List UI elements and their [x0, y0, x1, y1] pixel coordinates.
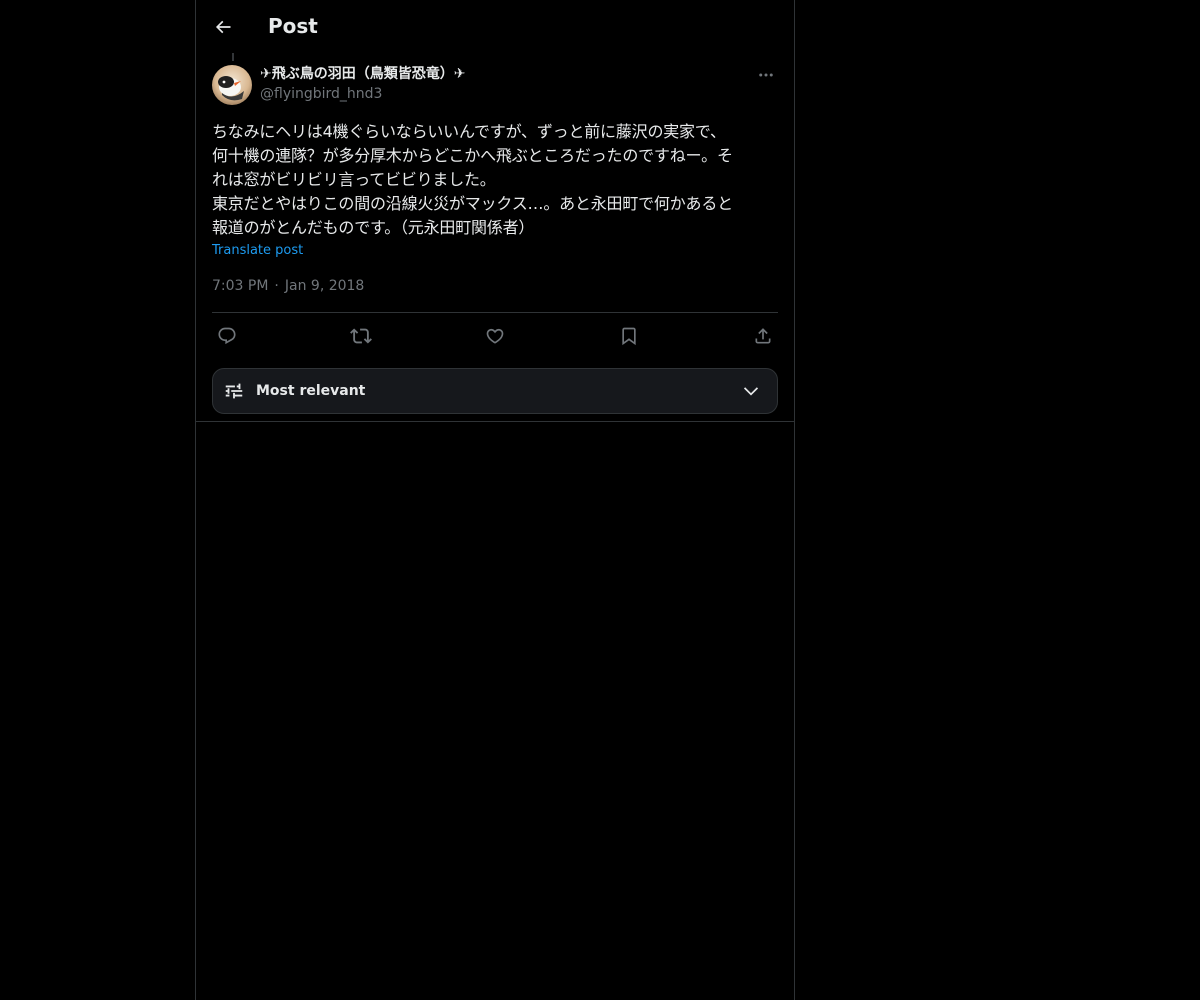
action-bar: [212, 322, 778, 350]
page-header: Post: [196, 0, 794, 53]
section-divider: [196, 421, 794, 422]
sort-label: Most relevant: [256, 383, 366, 399]
reply-button[interactable]: [212, 322, 242, 350]
post-date[interactable]: Jan 9, 2018: [285, 278, 364, 294]
bookmark-button[interactable]: [614, 322, 644, 350]
replies-sort-dropdown[interactable]: Most relevant: [212, 368, 778, 414]
reply-icon: [218, 327, 236, 345]
post-text: ちなみにヘリは4機ぐらいならいいんですが、ずっと前に藤沢の実家で、 何十機の連隊…: [212, 122, 733, 237]
timestamp-separator: ·: [274, 278, 279, 294]
main-column: Post ✈飛ぶ鳥の羽田（鳥類皆恐竜）✈ @flyingbird_hnd3 ちな…: [195, 0, 795, 1000]
repost-button[interactable]: [346, 322, 376, 350]
divider: [212, 312, 778, 313]
page-title: Post: [268, 14, 318, 38]
author-names: ✈飛ぶ鳥の羽田（鳥類皆恐竜）✈ @flyingbird_hnd3: [260, 64, 465, 104]
author-display-name[interactable]: ✈飛ぶ鳥の羽田（鳥類皆恐竜）✈: [260, 64, 465, 84]
bookmark-icon: [622, 327, 636, 346]
sliders-icon: [225, 383, 243, 399]
more-horizontal-icon: [759, 73, 773, 77]
post-time[interactable]: 7:03 PM: [212, 278, 268, 294]
repost-icon: [350, 328, 372, 344]
bird-avatar: [212, 65, 252, 105]
like-button[interactable]: [480, 322, 510, 350]
post-timestamp: 7:03 PM · Jan 9, 2018: [212, 276, 364, 296]
chevron-down-icon: [743, 387, 759, 396]
avatar[interactable]: [212, 65, 252, 105]
arrow-left-icon: [215, 20, 231, 34]
translate-post-link[interactable]: Translate post: [212, 242, 303, 260]
share-icon: [755, 328, 771, 344]
author-handle[interactable]: @flyingbird_hnd3: [260, 84, 465, 104]
back-button[interactable]: [206, 10, 240, 44]
heart-icon: [486, 328, 504, 344]
thread-connector-line: [232, 53, 234, 61]
more-options-button[interactable]: [754, 64, 778, 86]
share-button[interactable]: [748, 322, 778, 350]
